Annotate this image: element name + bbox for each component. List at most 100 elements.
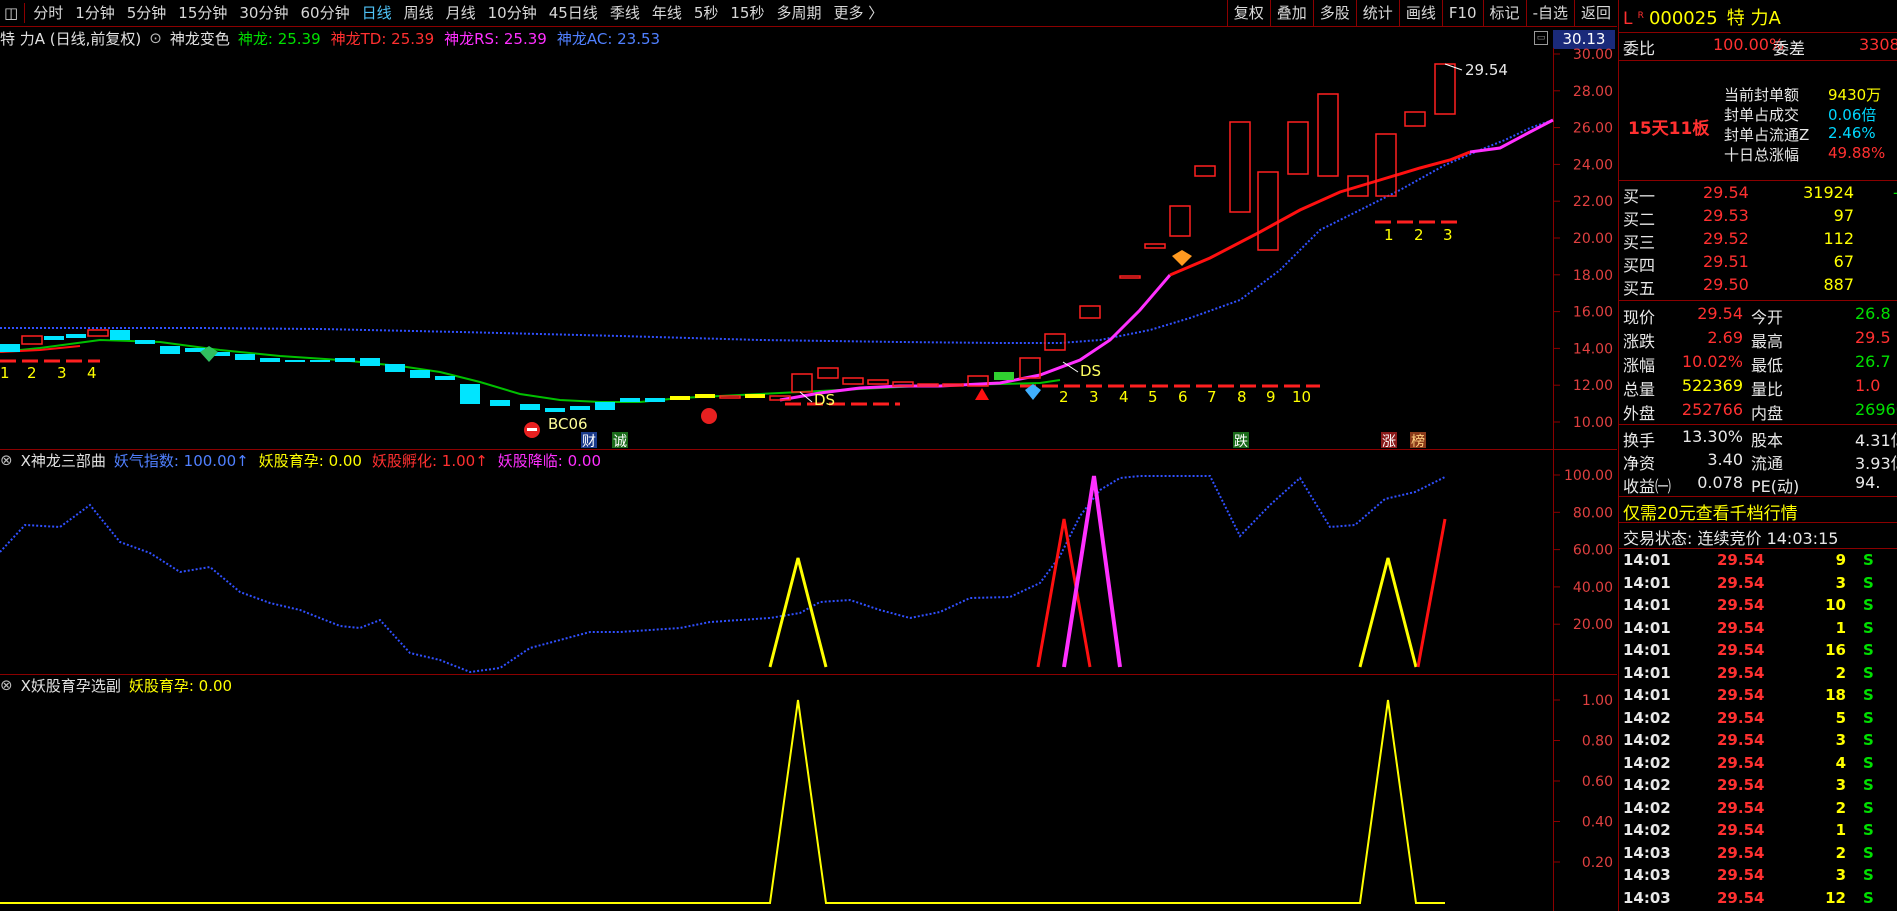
stat-value: 10.02% (1681, 352, 1743, 371)
stat-label: 涨幅 (1623, 356, 1656, 375)
sub1-title[interactable]: X神龙三部曲 (21, 450, 106, 471)
candle (1287, 121, 1309, 175)
seal-row: 封单占流通Z 2.46% (1623, 124, 1897, 146)
ma-magenta-line (779, 274, 1172, 402)
yaoqi-index-line (0, 475, 1446, 674)
seal-label: 十日总涨幅 (1724, 146, 1800, 164)
tick-time: 14:01 (1623, 573, 1671, 592)
candle (645, 398, 665, 402)
stat-label: 内盘 (1751, 404, 1784, 423)
sub2-close-icon[interactable]: ⊗ (0, 676, 13, 694)
tick-time: 14:01 (1623, 663, 1671, 682)
mid-seq-3: 3 (1089, 388, 1099, 406)
indicator-value: 妖股育孕: 0.00 (258, 451, 362, 470)
end-seq-3: 3 (1443, 226, 1453, 244)
candle (1404, 111, 1426, 127)
candle (435, 376, 455, 380)
stat-label: 流通 (1751, 454, 1784, 473)
axis-label: 24.00 (1573, 157, 1613, 173)
bid-volume: 31924 (1803, 183, 1854, 202)
candlestick-series (0, 63, 1456, 412)
bid-volume: 887 (1823, 275, 1854, 294)
stat-label: 总量 (1623, 380, 1656, 399)
candle (66, 334, 86, 338)
support-dashes (0, 220, 1460, 406)
tick-row: 14:03 29.54 3 S (1623, 866, 1897, 888)
tick-volume: 1 (1835, 821, 1846, 839)
tick-time: 14:02 (1623, 708, 1671, 727)
tick-row: 14:02 29.54 3 S (1623, 731, 1897, 753)
candle (235, 354, 255, 360)
stat-value: 29.54 (1697, 304, 1743, 323)
stat-label: 股本 (1751, 431, 1784, 450)
candle (360, 358, 380, 366)
sub2-title[interactable]: X妖股育孕选副 (21, 675, 121, 696)
tick-row: 14:02 29.54 3 S (1623, 776, 1897, 798)
quote-stat-row: 涨跌 2.69 最高 29.5 (1623, 328, 1897, 351)
tick-side: S (1863, 551, 1874, 569)
tick-time: 14:02 (1623, 753, 1671, 772)
tick-price: 29.54 (1717, 686, 1765, 704)
sequence-labels: 1 2 3 4 2 3 4 5 6 7 8 9 10 1 2 3 (0, 226, 1453, 406)
candle (1144, 243, 1166, 249)
tick-row: 14:02 29.54 5 S (1623, 709, 1897, 731)
yaogu-yuyun-line (0, 699, 1445, 904)
bid-label: 买三 (1623, 233, 1656, 252)
candle (385, 364, 405, 372)
bid-label: 买四 (1623, 256, 1656, 275)
ma-blue-dotted-line (0, 119, 1554, 344)
tick-side: S (1863, 776, 1874, 794)
candle (670, 396, 690, 400)
axis-label: 80.00 (1573, 505, 1613, 521)
stat-label: 现价 (1623, 308, 1656, 327)
candle (817, 367, 839, 379)
candle (892, 381, 914, 387)
seal-row: 当前封单额 9430万 (1623, 84, 1897, 106)
tick-price: 29.54 (1717, 708, 1765, 727)
tick-time: 14:01 (1623, 596, 1671, 614)
tick-row: 14:02 29.54 4 S (1623, 754, 1897, 776)
tick-volume: 2 (1835, 843, 1846, 862)
candle (719, 395, 741, 399)
axis-label: 22.00 (1573, 194, 1613, 210)
quote-stat-row: 涨幅 10.02% 最低 26.7 (1623, 352, 1897, 375)
stat-value: 26.7 (1855, 352, 1891, 371)
trade-status: 交易状态: 连续竞价 14:03:15 (1623, 529, 1839, 548)
tick-time: 14:03 (1623, 866, 1671, 884)
tick-volume: 1 (1835, 618, 1846, 637)
tick-volume: 2 (1835, 663, 1846, 682)
candle (1375, 133, 1397, 197)
candle (1229, 121, 1251, 213)
seal-value: 49.88% (1828, 144, 1886, 162)
promo-link[interactable]: 仅需20元查看千档行情 (1623, 499, 1897, 524)
ds-label-2: DS (1080, 362, 1101, 380)
seal-value: 2.46% (1828, 124, 1876, 142)
tick-volume: 10 (1825, 596, 1846, 614)
candle (867, 379, 889, 385)
tick-volume: 2 (1835, 798, 1846, 817)
tick-row: 14:03 29.54 12 S (1623, 889, 1897, 911)
tick-row: 14:01 29.54 18 S (1623, 686, 1897, 708)
candle (570, 406, 590, 410)
signal-ball-icon (701, 408, 717, 424)
candle (135, 340, 155, 344)
candle (0, 344, 20, 352)
candle (1257, 171, 1279, 251)
seal-row: 封单占成交 0.06倍 (1623, 104, 1897, 126)
tick-row: 14:01 29.54 10 S (1623, 596, 1897, 618)
event-tags: 财 诚 跌 涨 榜 (581, 432, 1426, 450)
tick-side: S (1863, 843, 1874, 862)
axis-label: 20.00 (1573, 617, 1613, 633)
tick-row: 14:01 29.54 2 S (1623, 664, 1897, 686)
left-seq-4: 4 (87, 364, 97, 382)
last-price-label: 29.54 (1465, 61, 1508, 79)
tick-side: S (1863, 866, 1874, 884)
orange-gem-icon (1172, 250, 1192, 266)
tick-side: S (1863, 731, 1874, 749)
bid-price: 29.51 (1703, 252, 1749, 271)
tick-price: 29.54 (1717, 776, 1765, 794)
sub1-close-icon[interactable]: ⊗ (0, 451, 13, 469)
indicator-value: 妖股孵化: 1.00↑ (371, 451, 488, 470)
stock-code: 000025 (1648, 8, 1718, 29)
tick-volume: 3 (1835, 776, 1846, 794)
